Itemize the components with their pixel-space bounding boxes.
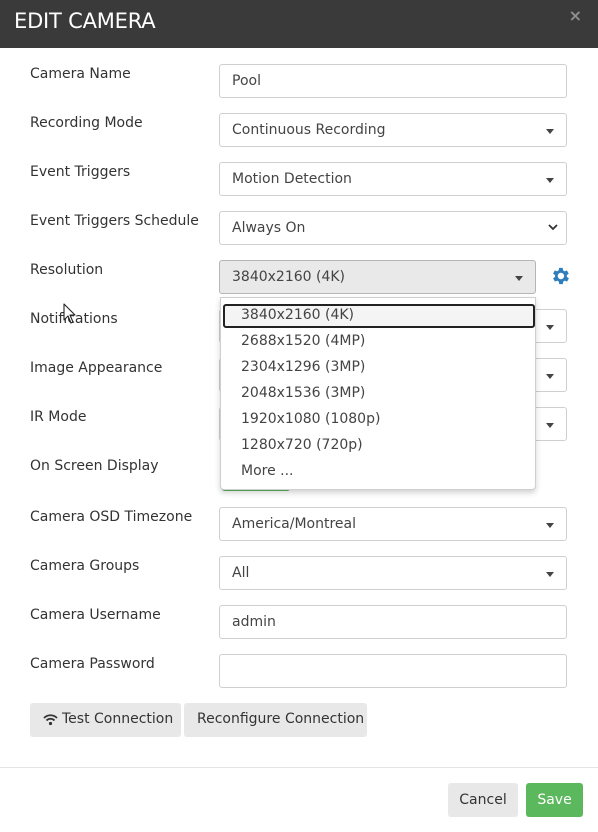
- row-camera-username: Camera Username admin: [0, 605, 598, 639]
- row-event-triggers: Event Triggers Motion Detection: [0, 162, 598, 196]
- ir-mode-label: IR Mode: [30, 409, 87, 425]
- event-triggers-value: Motion Detection: [232, 171, 352, 187]
- event-triggers-label: Event Triggers: [30, 164, 131, 180]
- event-triggers-schedule-label: Event Triggers Schedule: [30, 213, 199, 229]
- caret-down-icon: [546, 129, 554, 134]
- row-recording-mode: Recording Mode Continuous Recording: [0, 113, 598, 147]
- camera-groups-value: All: [232, 565, 250, 581]
- recording-mode-label: Recording Mode: [30, 115, 143, 131]
- camera-groups-select[interactable]: All: [219, 556, 567, 590]
- row-camera-password: Camera Password: [0, 654, 598, 688]
- camera-name-value: Pool: [232, 73, 261, 89]
- save-button[interactable]: Save: [526, 783, 583, 817]
- osd-timezone-value: America/Montreal: [232, 516, 357, 532]
- row-event-triggers-schedule: Event Triggers Schedule Always On: [0, 211, 598, 245]
- test-connection-button[interactable]: Test Connection: [30, 703, 181, 737]
- gear-icon[interactable]: [549, 265, 571, 287]
- test-connection-label: Test Connection: [62, 711, 174, 727]
- event-triggers-schedule-select[interactable]: Always On: [219, 211, 567, 245]
- on-screen-display-label: On Screen Display: [30, 458, 159, 474]
- event-triggers-schedule-value: Always On: [232, 220, 306, 236]
- caret-down-icon: [515, 276, 523, 281]
- resolution-option[interactable]: 2688x1520 (4MP): [223, 330, 535, 354]
- camera-name-input[interactable]: Pool: [219, 64, 567, 98]
- caret-down-icon: [546, 523, 554, 528]
- camera-username-label: Camera Username: [30, 607, 161, 623]
- caret-down-icon: [546, 374, 554, 379]
- resolution-dropdown-menu: 3840x2160 (4K) 2688x1520 (4MP) 2304x1296…: [220, 297, 536, 490]
- reconfigure-connection-button[interactable]: Reconfigure Connection: [184, 703, 367, 737]
- resolution-option[interactable]: 1920x1080 (1080p): [223, 408, 535, 432]
- row-camera-groups: Camera Groups All: [0, 556, 598, 590]
- row-osd-timezone: Camera OSD Timezone America/Montreal: [0, 507, 598, 541]
- recording-mode-select[interactable]: Continuous Recording: [219, 113, 567, 147]
- close-icon[interactable]: ×: [569, 6, 582, 25]
- camera-username-input[interactable]: admin: [219, 605, 567, 639]
- row-camera-name: Camera Name Pool: [0, 64, 598, 98]
- caret-down-icon: [546, 178, 554, 183]
- caret-down-icon: [546, 325, 554, 330]
- resolution-select[interactable]: 3840x2160 (4K): [219, 260, 536, 294]
- camera-password-label: Camera Password: [30, 656, 155, 672]
- cancel-button[interactable]: Cancel: [448, 783, 518, 817]
- footer-divider: [0, 767, 598, 768]
- caret-down-icon: [546, 572, 554, 577]
- modal-header: EDIT CAMERA ×: [0, 0, 598, 48]
- wifi-icon: [43, 714, 58, 726]
- row-resolution: Resolution 3840x2160 (4K): [0, 260, 598, 294]
- event-triggers-select[interactable]: Motion Detection: [219, 162, 567, 196]
- camera-username-value: admin: [232, 614, 276, 630]
- osd-timezone-label: Camera OSD Timezone: [30, 509, 193, 525]
- resolution-more-option[interactable]: More ...: [223, 460, 535, 484]
- mouse-pointer-icon: [63, 303, 76, 324]
- camera-password-input[interactable]: [219, 654, 567, 688]
- reconfigure-connection-label: Reconfigure Connection: [197, 711, 365, 727]
- resolution-option[interactable]: 2304x1296 (3MP): [223, 356, 535, 380]
- chevron-down-icon: [548, 224, 558, 231]
- camera-groups-label: Camera Groups: [30, 558, 140, 574]
- caret-down-icon: [546, 423, 554, 428]
- resolution-option[interactable]: 3840x2160 (4K): [223, 304, 535, 328]
- recording-mode-value: Continuous Recording: [232, 122, 386, 138]
- resolution-value: 3840x2160 (4K): [232, 269, 346, 285]
- camera-name-label: Camera Name: [30, 66, 131, 82]
- resolution-label: Resolution: [30, 262, 104, 278]
- resolution-option[interactable]: 2048x1536 (3MP): [223, 382, 535, 406]
- resolution-option[interactable]: 1280x720 (720p): [223, 434, 535, 458]
- image-appearance-label: Image Appearance: [30, 360, 163, 376]
- modal-title: EDIT CAMERA: [14, 9, 156, 33]
- osd-timezone-select[interactable]: America/Montreal: [219, 507, 567, 541]
